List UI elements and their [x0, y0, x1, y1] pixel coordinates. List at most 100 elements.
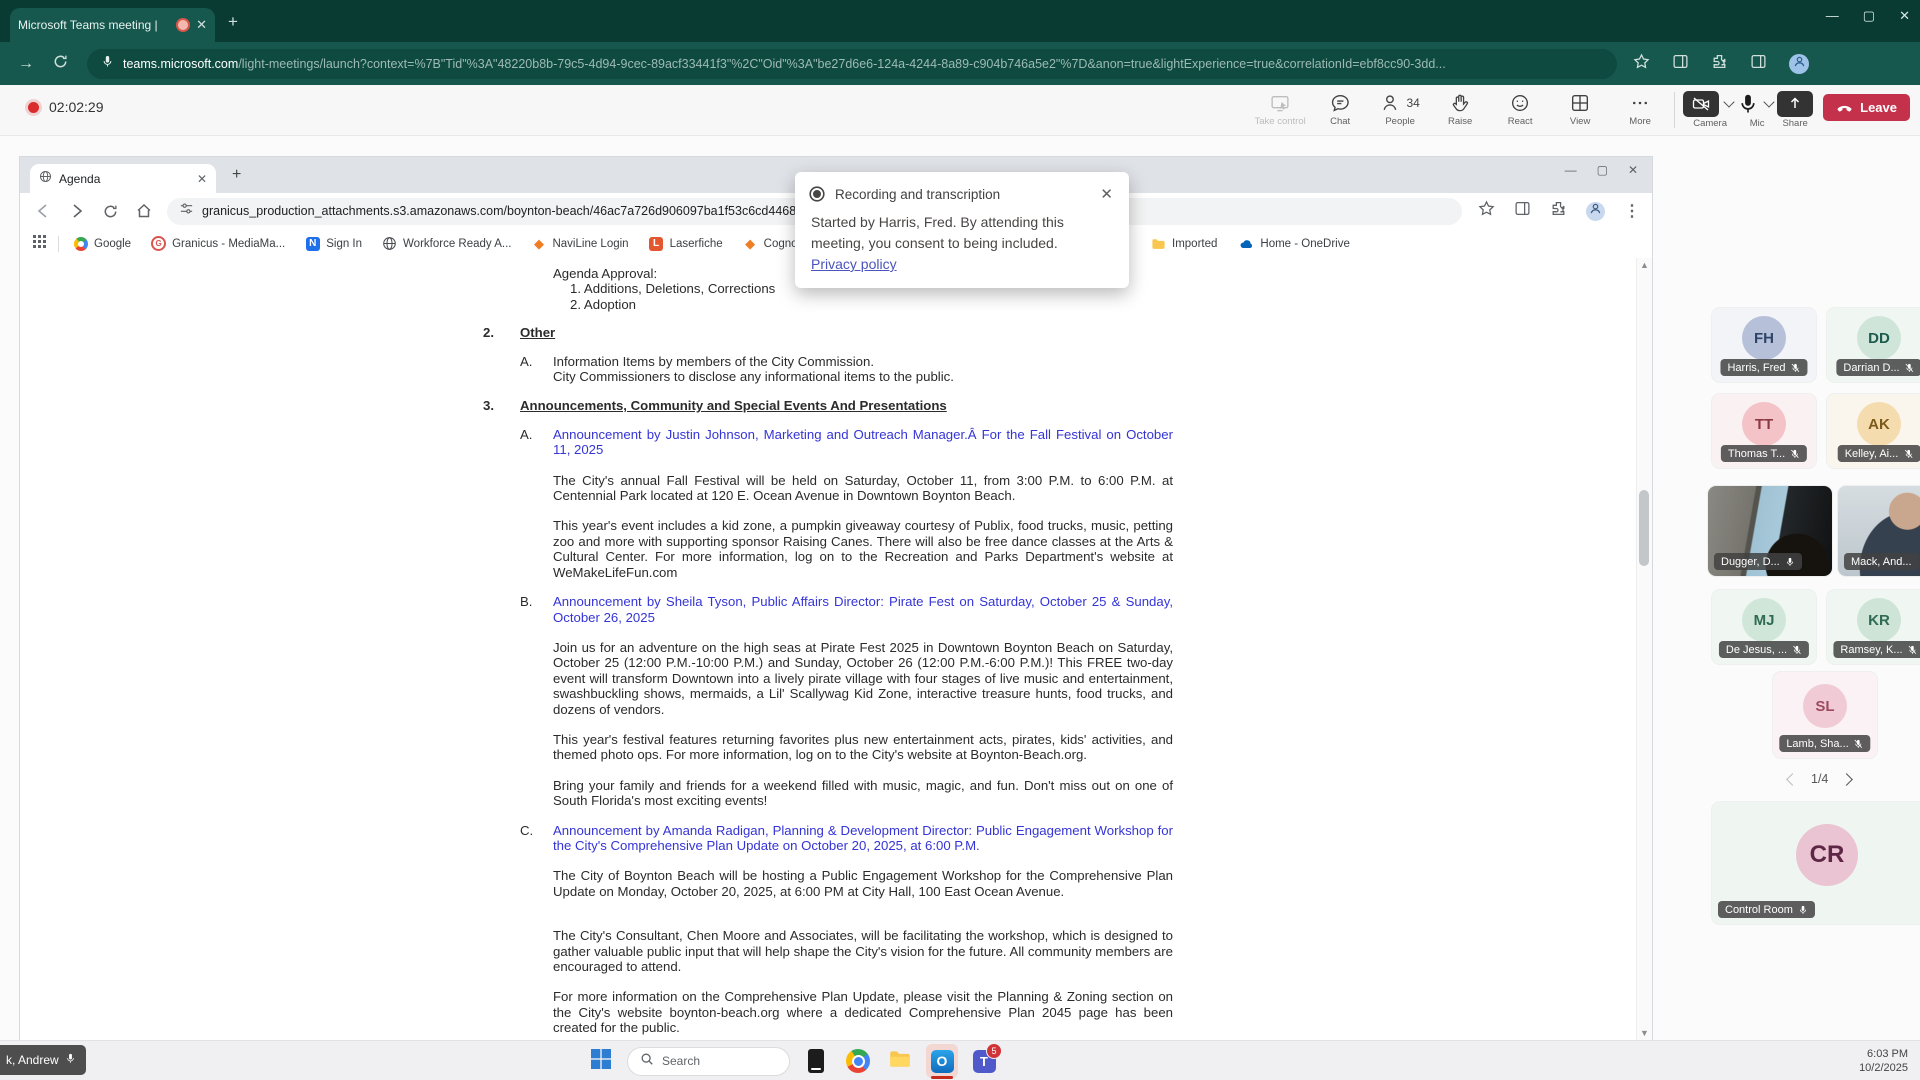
people-count-badge: 34: [1406, 96, 1420, 110]
participant-video-tile[interactable]: Dugger, D...: [1708, 486, 1832, 576]
agenda-item-paragraph: This year's event includes a kid zone, a…: [553, 518, 1173, 580]
control-room-tile[interactable]: CR Control Room: [1712, 802, 1920, 924]
raise-button[interactable]: Raise: [1430, 88, 1490, 127]
chat-button[interactable]: Chat: [1310, 88, 1370, 127]
pager-prev-icon[interactable]: [1786, 772, 1799, 786]
people-button[interactable]: 34 People: [1370, 88, 1430, 127]
forward-icon[interactable]: →: [18, 55, 34, 73]
speaker-name: k, Andrew: [6, 1053, 59, 1067]
participant-tile[interactable]: KR Ramsey, K...: [1827, 590, 1920, 664]
bookmark-star-icon[interactable]: [1633, 52, 1650, 75]
participant-tile[interactable]: AK Kelley, Ai...: [1827, 394, 1920, 468]
bookmark-sign-in[interactable]: N Sign In: [305, 236, 362, 251]
extensions-puzzle-icon[interactable]: [1711, 53, 1728, 75]
more-button[interactable]: More: [1610, 88, 1670, 127]
agenda-item-link[interactable]: Announcement by Justin Johnson, Marketin…: [553, 427, 1173, 458]
inner-bookmark-star-icon[interactable]: [1478, 200, 1495, 222]
tab-mic-in-use-icon: [101, 55, 114, 73]
start-button[interactable]: [585, 1044, 617, 1078]
agenda-document[interactable]: Agenda Approval: 1. Additions, Deletions,…: [20, 258, 1652, 1040]
notification-close-icon[interactable]: ✕: [1100, 185, 1113, 203]
new-tab-button[interactable]: +: [228, 12, 238, 32]
participant-tile[interactable]: FH Harris, Fred: [1712, 308, 1816, 382]
profile-avatar[interactable]: [1789, 53, 1809, 74]
bookmark-workforce-ready-a[interactable]: Workforce Ready A...: [382, 236, 511, 251]
bookmark-naviline-login[interactable]: ◆ NaviLine Login: [531, 236, 629, 251]
toolbar-buttons: Take control Chat 34 People Raise React View Mo…: [1250, 88, 1916, 129]
participant-name-label: Kelley, Ai...: [1837, 445, 1920, 462]
chrome-icon[interactable]: [842, 1044, 874, 1078]
maximize-button[interactable]: ▢: [1863, 8, 1875, 24]
privacy-policy-link[interactable]: Privacy policy: [811, 256, 897, 272]
agenda-item-link[interactable]: Announcement by Sheila Tyson, Public Aff…: [553, 594, 1173, 625]
avatar: TT: [1742, 402, 1786, 446]
bookmark-home-onedrive[interactable]: Home - OneDrive: [1239, 236, 1350, 251]
react-button[interactable]: React: [1490, 88, 1550, 127]
bookmark-imported[interactable]: Imported: [1151, 236, 1217, 251]
close-button[interactable]: ✕: [1899, 8, 1910, 24]
notification-body: Started by Harris, Fred. By attending th…: [811, 214, 1064, 251]
agenda-item: A. Information Items by members of the Ci…: [520, 354, 1173, 385]
scrollbar-thumb[interactable]: [1639, 490, 1649, 566]
avatar: AK: [1857, 402, 1901, 446]
scroll-up-icon[interactable]: ▲: [1637, 260, 1652, 270]
search-icon: [640, 1052, 654, 1071]
pager-next-icon[interactable]: [1840, 772, 1854, 786]
mic-muted-icon: [1905, 363, 1915, 373]
participant-tile[interactable]: MJ De Jesus, ...: [1712, 590, 1816, 664]
phone-link-icon[interactable]: [800, 1044, 832, 1078]
home-icon[interactable]: [135, 202, 153, 220]
teams-meeting-toolbar: 02:02:29 Take control Chat 34 People Raise Re…: [0, 85, 1920, 136]
leave-button[interactable]: Leave: [1823, 94, 1910, 121]
outer-address-bar[interactable]: teams.microsoft.com/light-meetings/launc…: [87, 48, 1617, 79]
participant-name-label: Mack, And...: [1844, 553, 1919, 570]
bookmark-granicus-mediama[interactable]: G Granicus - MediaMa...: [151, 236, 285, 251]
teams-icon[interactable]: T 5: [968, 1043, 1002, 1078]
chevron-down-icon[interactable]: [1763, 96, 1775, 108]
collections-icon[interactable]: [1672, 53, 1689, 75]
chevron-down-icon[interactable]: [1723, 96, 1735, 108]
agenda-item-link[interactable]: Announcement by Amanda Radigan, Planning…: [553, 823, 1173, 854]
inner-maximize-button[interactable]: ▢: [1597, 163, 1608, 177]
inner-tab-close-icon[interactable]: ✕: [197, 172, 207, 186]
participant-tile[interactable]: SL Lamb, Sha...: [1773, 672, 1877, 758]
forward-icon-inner[interactable]: [68, 202, 86, 220]
inner-extensions-icon[interactable]: [1550, 200, 1567, 222]
inner-profile-avatar[interactable]: [1586, 201, 1605, 221]
reload-icon[interactable]: [52, 53, 69, 75]
back-icon[interactable]: [34, 202, 52, 220]
reload-icon-inner[interactable]: [102, 203, 119, 220]
bookmark-google[interactable]: Google: [73, 236, 131, 251]
inner-minimize-button[interactable]: —: [1565, 163, 1577, 177]
participant-tile[interactable]: TT Thomas T...: [1712, 394, 1816, 468]
site-info-icon[interactable]: [179, 201, 194, 221]
camera-button[interactable]: Camera: [1683, 88, 1737, 129]
participant-video-tile[interactable]: Mack, And...: [1838, 486, 1920, 576]
inner-tab-agenda[interactable]: Agenda ✕: [30, 164, 216, 193]
inner-menu-icon[interactable]: ⋮: [1624, 201, 1640, 221]
mic-button[interactable]: Mic: [1737, 88, 1777, 129]
outlook-icon[interactable]: O: [926, 1044, 958, 1079]
take-control-button[interactable]: Take control: [1250, 88, 1310, 127]
taskbar-search[interactable]: Search: [627, 1046, 790, 1076]
document-scrollbar[interactable]: ▲ ▼: [1636, 258, 1652, 1040]
active-speaker-overlay: k, Andrew: [0, 1045, 86, 1075]
window-controls: — ▢ ✕: [1826, 8, 1910, 24]
taskbar-clock[interactable]: 6:03 PM 10/2/2025: [1859, 1047, 1908, 1075]
minimize-button[interactable]: —: [1826, 8, 1839, 24]
bookmark-laserfiche[interactable]: L Laserfiche: [649, 236, 723, 251]
scroll-down-icon[interactable]: ▼: [1637, 1028, 1652, 1038]
share-button[interactable]: Share: [1777, 88, 1814, 129]
tab-close-icon[interactable]: ✕: [196, 17, 207, 33]
view-button[interactable]: View: [1550, 88, 1610, 127]
side-panel-icon[interactable]: [1750, 53, 1767, 75]
apps-grid-icon[interactable]: [32, 234, 46, 253]
agenda-item-paragraph: Information Items by members of the City…: [553, 353, 954, 385]
inner-new-tab-button[interactable]: +: [232, 166, 241, 184]
inner-side-panel-icon[interactable]: [1514, 200, 1531, 222]
participant-tile[interactable]: DD Darrian D...: [1827, 308, 1920, 382]
participant-name-label: Darrian D...: [1836, 359, 1920, 376]
file-explorer-icon[interactable]: [884, 1044, 916, 1078]
outer-tab-teams-meeting[interactable]: Microsoft Teams meeting | ✕: [10, 8, 215, 42]
inner-close-button[interactable]: ✕: [1628, 163, 1638, 177]
